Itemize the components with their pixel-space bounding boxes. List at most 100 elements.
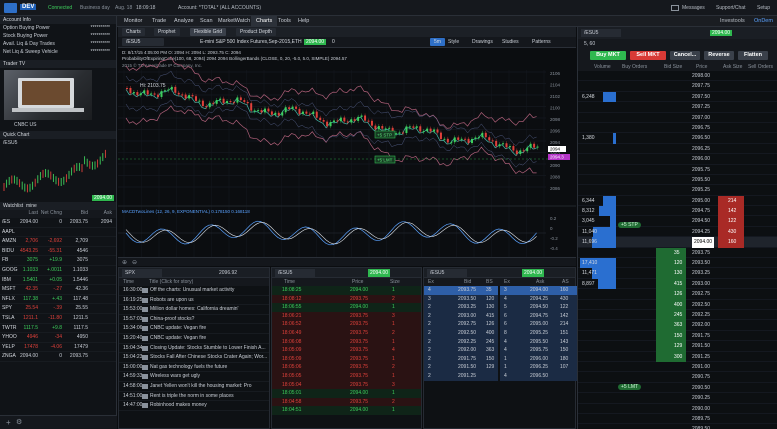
ladder-row[interactable]: 2097.00: [578, 113, 777, 123]
setup-button[interactable]: Setup: [757, 5, 770, 11]
ladder-bid-size[interactable]: 35: [674, 248, 680, 258]
ladder-row[interactable]: 300 2091.25: [578, 351, 777, 362]
ladder-row[interactable]: 129 2091.50: [578, 341, 777, 352]
order-stp-marker[interactable]: +5 STP: [374, 130, 396, 139]
ladder-ask-size[interactable]: 430: [728, 227, 736, 237]
ladder-row[interactable]: 2097.25: [578, 102, 777, 113]
ladder-ask-size[interactable]: 214: [728, 196, 736, 206]
reverse-button[interactable]: Reverse: [704, 51, 734, 60]
ladder-row[interactable]: 2096.00: [578, 154, 777, 165]
cancel-button[interactable]: Cancel...: [670, 51, 700, 60]
ladder-bid-size[interactable]: 400: [674, 300, 682, 310]
tv-channel-label[interactable]: CNBC US: [14, 122, 37, 128]
ladder-bid-size[interactable]: 415: [674, 279, 682, 289]
quick-chart-symbol[interactable]: /ESU5: [3, 140, 17, 146]
news-row[interactable]: 14:51:00 Rent is triple the norm in some …: [119, 392, 269, 402]
ladder-row[interactable]: 126 2092.75: [578, 289, 777, 300]
tab-charts[interactable]: Charts: [122, 28, 145, 36]
ladder-row[interactable]: 2095.50: [578, 175, 777, 186]
watchlist-row[interactable]: YHOO 4946 -34 4950: [0, 333, 116, 343]
chart-timeframe-selector[interactable]: 5m: [430, 38, 445, 46]
ladder-ask-size[interactable]: 122: [728, 216, 736, 226]
news-row[interactable]: 16:30:00 Off the charts: Unusual market a…: [119, 286, 269, 296]
level2-row[interactable]: 4 2093.75 35 3 2094.00 160: [424, 286, 577, 295]
ondemand-button[interactable]: OnDem: [749, 16, 777, 27]
ladder-row[interactable]: 2089.50: [578, 424, 777, 429]
news-row[interactable]: 15:57:03 China-proof stocks?: [119, 315, 269, 325]
tv-video-player[interactable]: [4, 70, 92, 120]
watchlist-row[interactable]: TWTR 1117.5 +9.8 1117.5: [0, 324, 116, 334]
tab-flexible-grid[interactable]: Flexible Grid: [190, 28, 227, 36]
ladder-lmt-order[interactable]: +5 LMT: [618, 384, 642, 390]
watchlist-row[interactable]: MSFT 42.35 -.27 42.36: [0, 285, 116, 295]
style-menu[interactable]: Style: [448, 39, 459, 45]
level2-row[interactable]: 2 2091.25 4 2096.50: [424, 371, 577, 381]
zoom-out-icon[interactable]: ⊖: [132, 259, 137, 266]
ladder-ask-size[interactable]: 160: [728, 237, 736, 247]
watchlist-row[interactable]: NFLX 117.38 +.43 117.48: [0, 295, 116, 305]
ladder-bid-size[interactable]: 129: [674, 341, 682, 351]
level2-row[interactable]: 2 2092.75 126 6 2095.00 214: [424, 320, 577, 329]
watchlist-name[interactable]: mine: [26, 202, 37, 210]
tab-prophet[interactable]: Prophet: [154, 28, 180, 36]
menu-trade[interactable]: Trade: [147, 16, 171, 27]
watchlist-header[interactable]: Watchlist: [3, 203, 23, 209]
level2-row[interactable]: 3 2093.50 120 4 2094.25 430: [424, 294, 577, 304]
ladder-bid-size[interactable]: 300: [674, 352, 682, 362]
ts-symbol-input[interactable]: /ESU5: [275, 269, 315, 277]
ladder-bid-size[interactable]: 150: [674, 331, 682, 341]
news-row[interactable]: 16:19:25 Robots are upon us: [119, 296, 269, 306]
zoom-in-icon[interactable]: ⊕: [122, 259, 127, 266]
ladder-stp-order[interactable]: +5 STP: [618, 222, 641, 228]
ladder-row[interactable]: 2090.00: [578, 404, 777, 414]
ladder-row[interactable]: 6,248 2097.50: [578, 91, 777, 103]
watchlist-row[interactable]: IBM 1.5401 +0.05 1.5446: [0, 276, 116, 286]
ladder-row[interactable]: 1,380 2096.50: [578, 133, 777, 144]
drawings-menu[interactable]: Drawings: [472, 39, 493, 45]
ladder-bid-size[interactable]: 130: [674, 268, 682, 278]
ladder-row[interactable]: 2090.25: [578, 393, 777, 404]
level2-row[interactable]: 2 2093.25 130 5 2094.50 122: [424, 303, 577, 312]
ladder-row[interactable]: 2097.75: [578, 81, 777, 92]
ladder-bid-size[interactable]: 245: [674, 310, 682, 320]
menu-monitor[interactable]: Monitor: [119, 16, 147, 27]
ladder-row[interactable]: 400 2092.50: [578, 299, 777, 310]
account-selector[interactable]: Account: *TOTAL* (ALL ACCOUNTS): [178, 5, 261, 11]
ladder-row[interactable]: 2096.75: [578, 123, 777, 134]
ladder-row[interactable]: 8,897 415 2093.00: [578, 278, 777, 290]
level2-row[interactable]: 2 2093.00 415 6 2094.75 142: [424, 311, 577, 321]
ladder-ask-size[interactable]: 142: [728, 206, 736, 216]
ladder-row[interactable]: 363 2092.00: [578, 320, 777, 331]
news-row[interactable]: 15:04:23 Stocks Fall After Chinese Stocks…: [119, 353, 269, 363]
account-info-header[interactable]: Account Info: [0, 16, 116, 24]
add-gadget-icon[interactable]: +: [6, 418, 11, 427]
news-symbol-input[interactable]: SPX: [122, 269, 162, 277]
level2-row[interactable]: 2 2092.50 400 8 2095.25 151: [424, 328, 577, 338]
tab-product-depth[interactable]: Product Depth: [236, 28, 276, 36]
ladder-row[interactable]: 11,696 2094.00 160: [578, 237, 777, 248]
ladder-bid-size[interactable]: 120: [674, 258, 682, 268]
watchlist-row[interactable]: FB 3075 +19.9 3075: [0, 256, 116, 266]
ladder-row[interactable]: 3,045 2094.50 122: [578, 216, 777, 227]
watchlist-row[interactable]: AAPL: [0, 228, 116, 238]
watchlist-row[interactable]: ZNGA 2094.00 0 2093.75: [0, 352, 116, 362]
menu-help[interactable]: Help: [293, 16, 314, 27]
studies-menu[interactable]: Studies: [502, 39, 519, 45]
mail-icon[interactable]: [671, 5, 679, 11]
news-row[interactable]: 15:34:06 CNBC update: Vegan fire: [119, 324, 269, 334]
quick-chart-header[interactable]: Quick Chart: [0, 131, 116, 139]
ladder-row[interactable]: 2098.00: [578, 71, 777, 82]
ladder-row[interactable]: 2091.00: [578, 362, 777, 373]
level2-row[interactable]: 2 2091.50 129 1 2096.25 107: [424, 363, 577, 372]
level2-row[interactable]: 2 2091.75 150 1 2096.00 180: [424, 354, 577, 364]
level2-row[interactable]: 2 2092.00 363 4 2095.75 150: [424, 346, 577, 355]
order-lmt-marker[interactable]: +5 LMT: [374, 155, 396, 164]
watchlist-row[interactable]: SPY 25.54 -.39 25.55: [0, 304, 116, 314]
news-row[interactable]: 14:59:33 Wireless wars get ugly: [119, 372, 269, 382]
price-chart[interactable]: D: 8/17/15 4:05:00 PM O: 2094 H: 2094 L:…: [118, 48, 576, 266]
investools-link[interactable]: Investools: [715, 16, 750, 27]
quick-chart-plot[interactable]: [0, 147, 116, 199]
messages-button[interactable]: Messages: [682, 5, 705, 11]
chart-symbol-input[interactable]: /ESU5: [122, 38, 164, 46]
ladder-bid-size[interactable]: 126: [674, 289, 682, 299]
